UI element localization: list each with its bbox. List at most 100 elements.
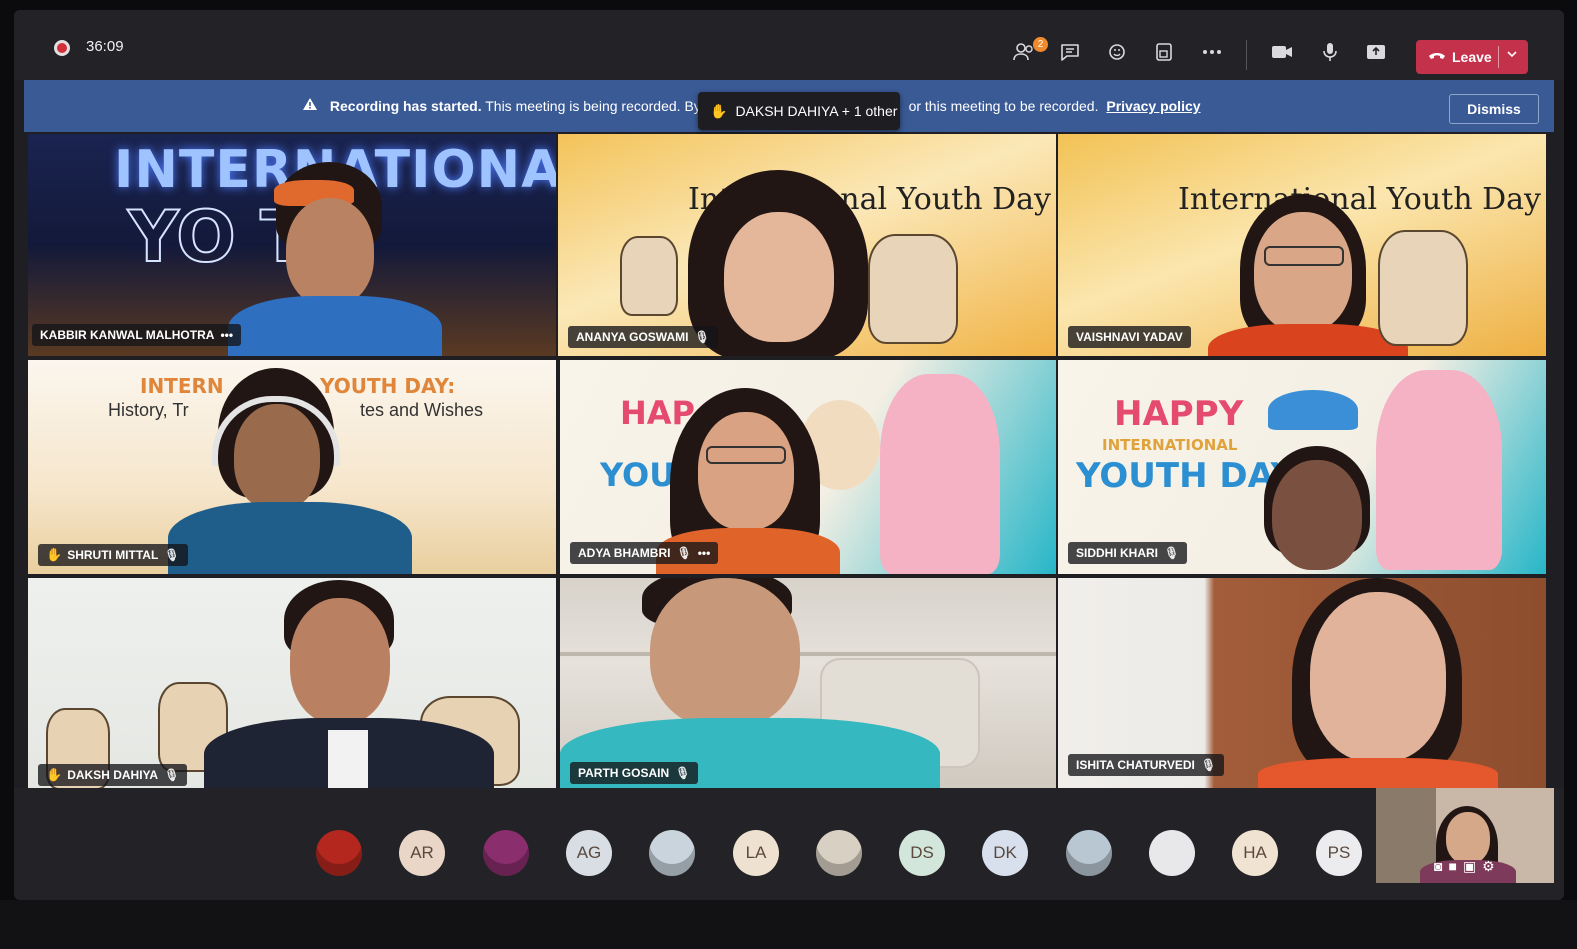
mic-muted-icon: 🎙 — [675, 766, 691, 780]
recording-notice-text: This meeting is being recorded. By — [485, 98, 701, 114]
self-view-controls: ◙■▣⚙ — [1434, 858, 1501, 875]
participant-shirt — [328, 730, 368, 790]
participant-avatar-photo[interactable] — [1066, 830, 1112, 876]
share-screen-icon[interactable] — [1364, 40, 1388, 64]
video-tile[interactable]: HAP YOUT ADYA BHAMBRI 🎙 ••• — [560, 360, 1056, 574]
chat-icon[interactable] — [1058, 40, 1082, 64]
participant-avatar[interactable]: LA — [733, 830, 779, 876]
background-illustration — [880, 374, 1000, 574]
mic-muted-icon: 🎙 — [1164, 546, 1180, 560]
participant-name-tag: ✋ SHRUTI MITTAL 🎙 — [38, 544, 188, 566]
participant-name: ISHITA CHATURVEDI — [1076, 758, 1195, 772]
background-illustration — [1376, 370, 1502, 570]
participant-avatar-photo[interactable] — [316, 830, 362, 876]
background-text: HAPPY — [1114, 394, 1244, 434]
video-tile[interactable]: INTERN YOUTH DAY: History, Tr tes and Wi… — [28, 360, 556, 574]
participant-name-tag: ANANYA GOSWAMI 🎙 — [568, 326, 718, 348]
participant-name: ADYA BHAMBRI — [578, 546, 671, 560]
more-options-icon[interactable] — [1200, 40, 1224, 64]
raised-hand-icon: ✋ — [46, 767, 63, 782]
microphone-icon[interactable] — [1318, 40, 1342, 64]
participant-avatar-photo[interactable] — [483, 830, 529, 876]
background-text: INTERNATIONAL — [1102, 436, 1238, 454]
participant-name: DAKSH DAHIYA — [67, 768, 159, 782]
participant-avatar[interactable]: AR — [399, 830, 445, 876]
teams-meeting-window: 36:09 2 Leave Recording has started. Thi… — [14, 10, 1564, 900]
background-couch-line — [560, 652, 1056, 656]
raised-hand-toast[interactable]: ✋ DAKSH DAHIYA + 1 other — [698, 92, 900, 130]
participant-face — [234, 404, 320, 510]
leave-split-divider — [1498, 46, 1499, 68]
camera-icon[interactable]: ◙ — [1434, 858, 1448, 874]
participant-body — [168, 502, 412, 574]
participant-face — [286, 198, 374, 306]
monitor-bezel — [0, 900, 1577, 949]
participant-name-tag: ✋ DAKSH DAHIYA 🎙 — [38, 764, 188, 786]
leave-button-label: Leave — [1452, 49, 1492, 65]
participant-name: SHRUTI MITTAL — [67, 548, 159, 562]
toolbar-divider — [1246, 40, 1247, 70]
participant-name-tag: SIDDHI KHARI 🎙 — [1068, 542, 1188, 564]
participant-avatar[interactable]: PS — [1316, 830, 1362, 876]
chevron-down-icon[interactable] — [1506, 48, 1518, 63]
participant-name-tag: ADYA BHAMBRI 🎙 ••• — [570, 542, 719, 564]
background-fist — [620, 236, 678, 316]
video-icon[interactable]: ■ — [1448, 858, 1462, 874]
raised-hand-text: DAKSH DAHIYA + 1 other — [735, 103, 898, 119]
mic-muted-icon: 🎙 — [694, 330, 710, 344]
participant-name: VAISHNAVI YADAV — [1076, 330, 1183, 344]
raised-hand-icon: ✋ — [710, 102, 728, 119]
participant-name: PARTH GOSAIN — [578, 766, 670, 780]
more-icon[interactable]: ••• — [698, 546, 711, 560]
background-text: International Youth Day — [1178, 182, 1541, 217]
participant-avatar[interactable]: AG — [566, 830, 612, 876]
video-tile[interactable]: INTERNATIONAL YO TH KABBIR KANWAL MALHOT… — [28, 134, 556, 356]
participant-face — [290, 598, 390, 724]
participant-avatar-photo[interactable] — [816, 830, 862, 876]
participant-glasses — [1264, 246, 1344, 266]
participant-face — [724, 212, 834, 342]
raised-hand-icon: ✋ — [46, 547, 63, 562]
participant-body — [1258, 758, 1498, 790]
background-hand — [868, 234, 958, 344]
privacy-policy-link[interactable]: Privacy policy — [1106, 98, 1200, 114]
participant-name-tag: PARTH GOSAIN 🎙 — [570, 762, 699, 784]
reactions-icon[interactable] — [1106, 40, 1130, 64]
participant-avatar[interactable]: DK — [982, 830, 1028, 876]
participant-roster: AR AG LA DS DK HA PS ◙■▣⚙ — [14, 788, 1564, 900]
more-icon[interactable]: ••• — [220, 328, 233, 342]
view-icon[interactable] — [1152, 40, 1176, 64]
recording-indicator-icon — [54, 40, 70, 56]
background-text: INTERN — [140, 374, 224, 398]
participant-avatar-photo[interactable] — [649, 830, 695, 876]
participant-face — [1272, 460, 1362, 570]
participant-face — [650, 578, 800, 728]
participant-name-tag: VAISHNAVI YADAV — [1068, 326, 1191, 348]
dismiss-button[interactable]: Dismiss — [1449, 94, 1539, 124]
meeting-timer: 36:09 — [86, 38, 124, 55]
background-text: YOUTH DAY — [1076, 456, 1296, 496]
video-tile[interactable]: ISHITA CHATURVEDI 🎙 — [1058, 578, 1546, 790]
video-tile[interactable]: HAPPY INTERNATIONAL YOUTH DAY SIDDHI KHA… — [1058, 360, 1546, 574]
participant-name: ANANYA GOSWAMI — [576, 330, 689, 344]
camera-icon[interactable] — [1270, 40, 1294, 64]
recording-started-text: Recording has started. — [329, 98, 482, 114]
background-illustration — [1268, 390, 1358, 430]
settings-gear-icon[interactable]: ⚙ — [1482, 858, 1501, 874]
participant-face — [1254, 212, 1352, 332]
phone-hangup-icon — [1428, 49, 1446, 65]
participant-avatar-photo[interactable] — [1149, 830, 1195, 876]
participant-name: KABBIR KANWAL MALHOTRA — [40, 328, 215, 342]
video-tile[interactable]: PARTH GOSAIN 🎙 — [560, 578, 1056, 790]
participant-glasses — [706, 446, 786, 464]
video-tile[interactable]: International Youth Day ANANYA GOSWAMI 🎙 — [558, 134, 1056, 356]
video-tile[interactable]: International Youth Day VAISHNAVI YADAV — [1058, 134, 1546, 356]
participant-body — [228, 296, 442, 356]
participant-avatar[interactable]: DS — [899, 830, 945, 876]
gallery-icon[interactable]: ▣ — [1463, 858, 1482, 874]
participant-avatar[interactable]: HA — [1232, 830, 1278, 876]
video-tile[interactable]: ✋ DAKSH DAHIYA 🎙 — [28, 578, 556, 790]
background-hand — [1378, 230, 1468, 346]
leave-button[interactable]: Leave — [1416, 40, 1528, 74]
participant-face — [1446, 812, 1490, 864]
